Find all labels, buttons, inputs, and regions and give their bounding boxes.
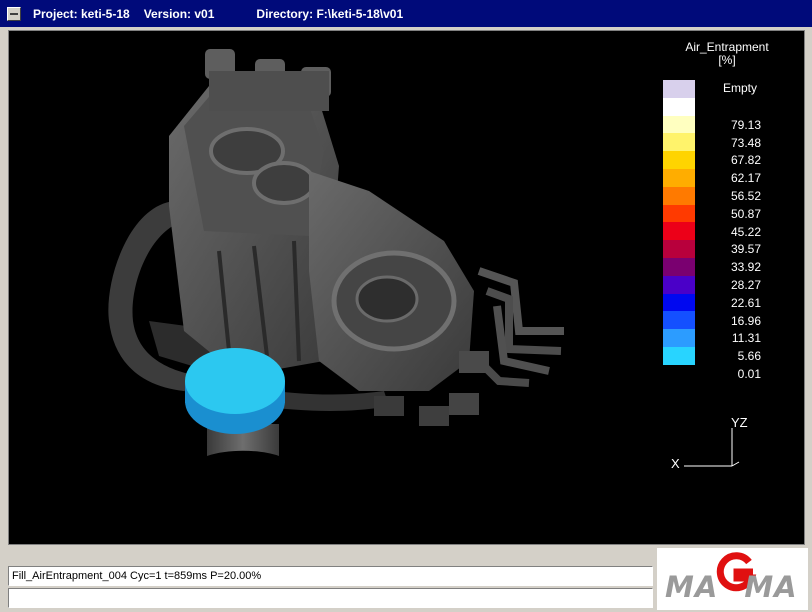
legend-swatch: [663, 258, 695, 277]
legend-label: 73.48: [730, 135, 761, 150]
legend-label: 45.22: [730, 224, 761, 239]
status-line-primary: Fill_AirEntrapment_004 Cyc=1 t=859ms P=2…: [8, 566, 653, 586]
logo-wordmark: MA MA: [665, 570, 798, 604]
legend-title: Air_Entrapment [%]: [671, 41, 783, 67]
legend-label: 39.57: [730, 242, 761, 257]
magma-logo: MA MA: [657, 548, 808, 610]
legend-swatch: [663, 204, 695, 223]
legend-swatch: [663, 97, 695, 117]
legend-swatch: [663, 293, 695, 312]
legend-swatch: [663, 133, 695, 152]
status-line-secondary: [8, 588, 653, 608]
legend-swatch-empty: [663, 80, 695, 98]
axis-label-x: X: [671, 456, 680, 471]
application-window: Project: keti-5-18 Version: v01 Director…: [0, 0, 812, 612]
legend-label: 62.17: [730, 171, 761, 186]
legend-swatch: [663, 222, 695, 241]
legend-label: 33.92: [730, 260, 761, 275]
legend-label: 16.96: [730, 313, 761, 328]
legend-swatch: [663, 347, 695, 366]
title-bar: Project: keti-5-18 Version: v01 Director…: [0, 0, 812, 27]
legend-label: 50.87: [730, 206, 761, 221]
legend-swatch: [663, 275, 695, 295]
legend-label: 11.31: [731, 331, 761, 346]
system-menu-icon[interactable]: [7, 6, 21, 21]
legend-swatch: [663, 311, 695, 330]
status-area: Fill_AirEntrapment_004 Cyc=1 t=859ms P=2…: [8, 552, 653, 608]
3d-viewport[interactable]: Air_Entrapment [%] Empty 79.13 73.48 67.82 6…: [8, 30, 805, 545]
legend-label: 28.27: [730, 278, 761, 292]
legend-label: 22.61: [730, 295, 761, 310]
casting-model: [108, 49, 564, 456]
legend-swatch: [663, 186, 695, 206]
legend-label: 67.82: [730, 153, 761, 168]
title-version: Version: v01: [143, 6, 215, 21]
title-project: Project: keti-5-18: [33, 6, 130, 21]
title-directory: Directory: F:\keti-5-18\v01: [256, 6, 404, 21]
legend-label: 56.52: [730, 189, 761, 203]
legend-swatch: [663, 151, 695, 170]
legend-swatch: [663, 169, 695, 188]
legend-label: 0.01: [737, 367, 761, 381]
legend-label: 5.66: [737, 349, 761, 364]
legend-swatch: [663, 240, 695, 259]
legend-swatch: [663, 115, 695, 134]
legend-label-empty: Empty: [722, 81, 757, 95]
legend-title-unit: [%]: [718, 53, 736, 67]
axis-label-yz: YZ: [731, 415, 748, 430]
axis-triad: YZ X: [669, 415, 749, 476]
legend-label: 79.13: [730, 117, 761, 132]
legend-swatch: [663, 329, 695, 348]
